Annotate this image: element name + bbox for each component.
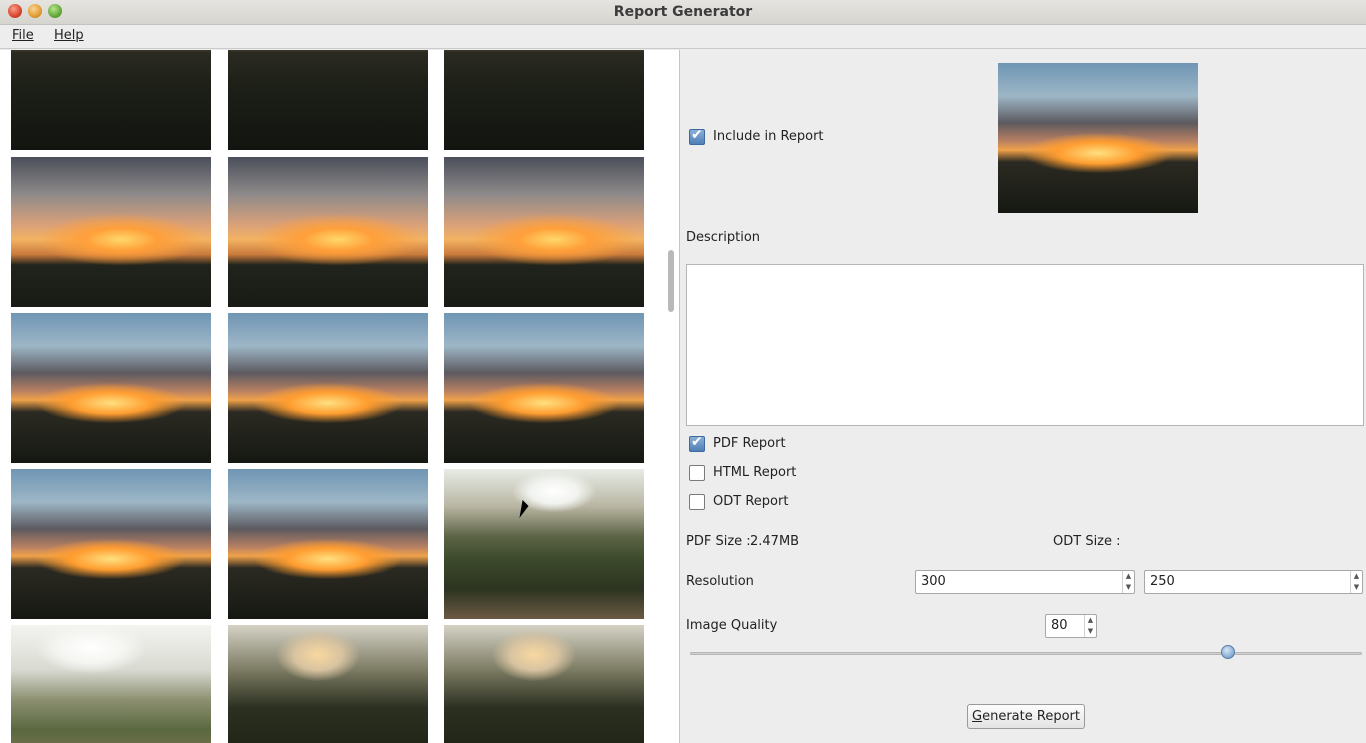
resolution-height-spinbox[interactable]: 250 ▲ ▼ <box>1144 570 1363 594</box>
title-bar: Report Generator <box>0 0 1366 25</box>
description-textarea[interactable] <box>686 264 1364 426</box>
html-report-checkbox[interactable] <box>689 465 705 481</box>
image-quality-label: Image Quality <box>686 618 778 633</box>
odt-size-label: ODT Size : <box>1053 534 1121 549</box>
thumbnail-image[interactable] <box>444 50 644 150</box>
thumbnail-image[interactable] <box>228 469 428 619</box>
thumbnail-image[interactable] <box>228 50 428 150</box>
menu-help[interactable]: Help <box>54 28 84 43</box>
thumbnail-image[interactable] <box>228 625 428 743</box>
thumbnail-image[interactable] <box>444 157 644 307</box>
thumbnail-image[interactable] <box>11 157 211 307</box>
image-preview <box>998 63 1198 213</box>
image-quality-slider-track[interactable] <box>690 652 1362 655</box>
thumbnail-image[interactable] <box>11 469 211 619</box>
thumbnail-gallery[interactable] <box>0 50 680 743</box>
resolution-height-value: 250 <box>1150 574 1175 589</box>
image-quality-value: 80 <box>1051 618 1068 633</box>
thumbnail-image[interactable] <box>228 313 428 463</box>
resolution-width-value: 300 <box>921 574 946 589</box>
spin-arrows-icon[interactable]: ▲ ▼ <box>1084 615 1096 637</box>
thumbnail-image[interactable] <box>11 50 211 150</box>
image-quality-slider-handle[interactable] <box>1220 645 1235 659</box>
odt-report-checkbox[interactable] <box>689 494 705 510</box>
generate-report-button[interactable]: Generate Report <box>967 704 1085 729</box>
pdf-report-checkbox[interactable] <box>689 434 705 452</box>
resolution-width-spinbox[interactable]: 300 ▲ ▼ <box>915 570 1135 594</box>
window-title: Report Generator <box>613 4 753 20</box>
odt-report-label: ODT Report <box>713 494 789 509</box>
thumbnail-image[interactable] <box>11 625 211 743</box>
resolution-label: Resolution <box>686 574 754 589</box>
include-in-report-checkbox[interactable] <box>689 127 705 145</box>
pdf-size-value: 2.47MB <box>750 534 800 549</box>
thumbnail-image[interactable] <box>11 313 211 463</box>
pdf-size-label: PDF Size : <box>686 534 751 549</box>
spin-arrows-icon[interactable]: ▲ ▼ <box>1350 571 1362 593</box>
pdf-report-label: PDF Report <box>713 436 786 451</box>
html-report-label: HTML Report <box>713 465 797 480</box>
menu-file[interactable]: File <box>12 28 34 43</box>
spin-arrows-icon[interactable]: ▲ ▼ <box>1122 571 1134 593</box>
thumbnail-image[interactable] <box>444 313 644 463</box>
menu-bar: File Help <box>0 25 1366 49</box>
gallery-scrollbar[interactable] <box>668 250 674 312</box>
image-quality-spinbox[interactable]: 80 ▲ ▼ <box>1045 614 1097 638</box>
description-label: Description <box>686 230 761 245</box>
thumbnail-image[interactable] <box>444 469 644 619</box>
thumbnail-image[interactable] <box>228 157 428 307</box>
thumbnail-image[interactable] <box>444 625 644 743</box>
include-in-report-label: Include in Report <box>713 129 824 144</box>
